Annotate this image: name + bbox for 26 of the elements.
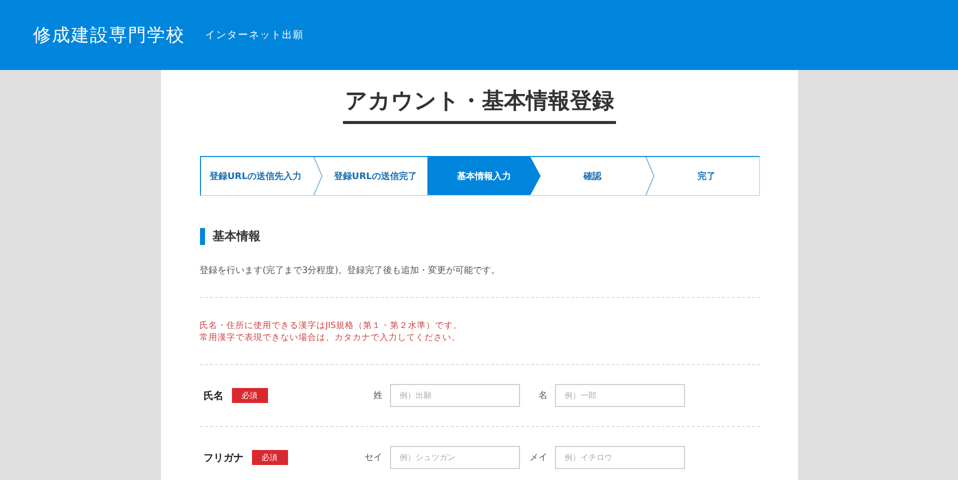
input-label: メイ [528, 452, 548, 464]
intro-text: 登録を行います(完了まで3分程度)。登録完了後も追加・変更が可能です。 [200, 265, 502, 277]
chevron-icon [313, 157, 324, 195]
input-label: 名 [538, 390, 548, 402]
field-label: フリガナ [204, 452, 244, 464]
notice-text: 常用漢字で表現できない場合は、カタカナで入力してください。 [200, 332, 462, 344]
text-input-field[interactable]: 例）イチロウ [554, 446, 684, 469]
field-label: 氏名 [204, 390, 224, 402]
text-input-field[interactable]: 例）シュツガン [390, 446, 520, 469]
text-input-field[interactable]: 例）一郎 [554, 384, 684, 407]
school-name: 修成建設専門学校 [33, 24, 185, 47]
input-label: 姓 [372, 390, 384, 402]
required-badge: 必須 [252, 450, 288, 465]
text-input-field[interactable]: 例）出願 [390, 384, 520, 407]
step-item: 確認 [582, 170, 603, 184]
step-item: 登録URLの送信先入力 [208, 170, 302, 184]
header-subtitle: インターネット出願 [205, 28, 304, 42]
notice-text: 氏名・住所に使用できる漢字はJIS規格（第１・第２水準）です。 [200, 320, 463, 332]
section-heading: 基本情報 [200, 228, 760, 245]
chevron-icon [644, 157, 655, 195]
page-title: アカウント・基本情報登録 [343, 86, 616, 124]
step-item: 完了 [696, 170, 716, 184]
step-item: 基本情報入力 [427, 157, 541, 195]
required-badge: 必須 [232, 388, 268, 403]
input-label: セイ [364, 452, 384, 464]
step-item: 登録URLの送信完了 [332, 170, 418, 184]
